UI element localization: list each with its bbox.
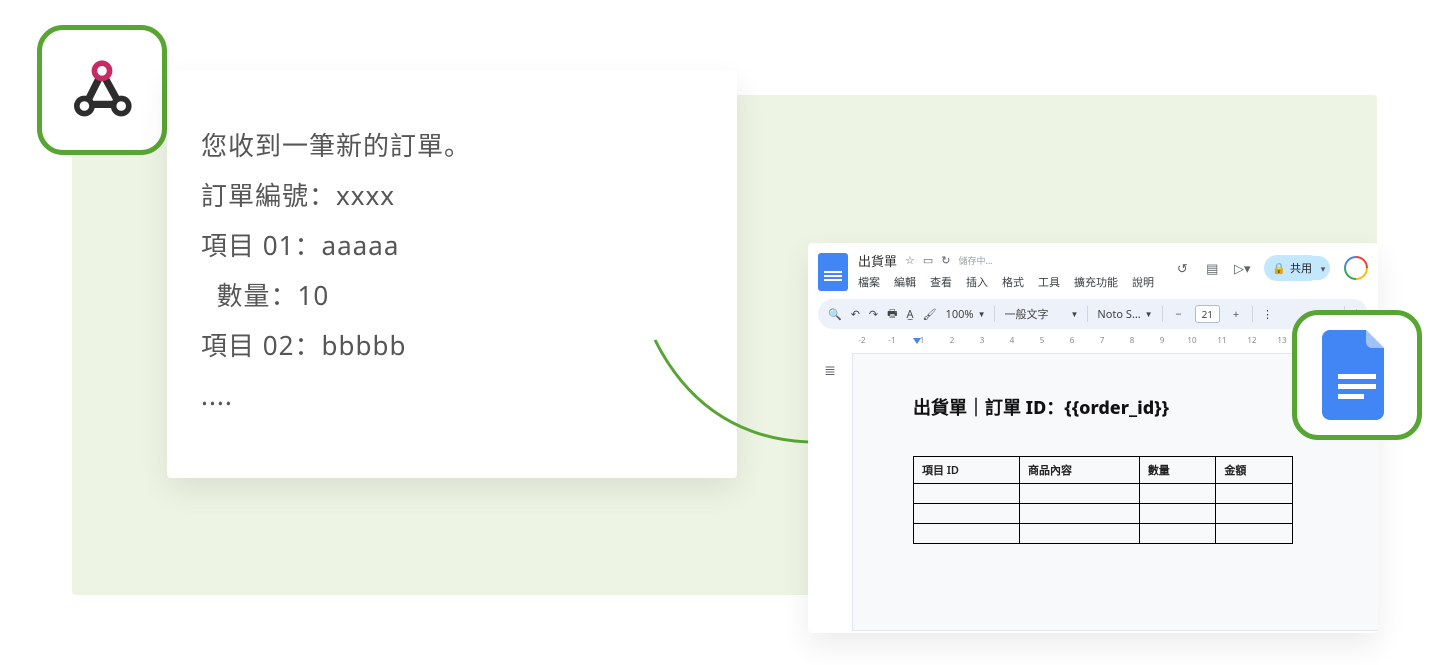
ruler-tick: -2 (858, 335, 865, 346)
lock-icon: 🔒 (1272, 261, 1286, 276)
google-docs-icon (1322, 330, 1392, 420)
ruler-tick: 7 (1100, 335, 1105, 346)
more-icon[interactable]: ⋮ (1262, 307, 1273, 322)
paragraph-style-select[interactable]: 一般文字▼ (1004, 306, 1078, 322)
cloud-refresh-icon[interactable]: ↻ (941, 253, 950, 268)
google-docs-badge (1292, 310, 1422, 440)
doc-content-table[interactable]: 項目 ID 商品內容 數量 金額 (913, 456, 1293, 544)
history-icon[interactable]: ↺ (1174, 260, 1190, 276)
doc-title[interactable]: 出貨單 (858, 251, 897, 270)
paint-format-icon[interactable]: 🖌 (923, 307, 937, 322)
note-line: 訂單編號：xxxx (201, 170, 703, 220)
note-line: .... (201, 370, 703, 420)
ruler-tick: 4 (1010, 335, 1015, 346)
search-icon[interactable]: 🔍 (828, 307, 842, 322)
menu-insert[interactable]: 插入 (966, 274, 988, 290)
font-size-input[interactable]: 21 (1195, 305, 1220, 323)
ruler-tick: 5 (1040, 335, 1045, 346)
note-line: 您收到一筆新的訂單。 (201, 120, 703, 170)
ruler-tick: 13 (1277, 335, 1286, 346)
docs-left-sidebar: ≣ (808, 353, 852, 631)
webhook-icon (62, 50, 142, 130)
undo-icon[interactable]: ↶ (851, 307, 860, 322)
table-header: 項目 ID (914, 457, 1020, 484)
menu-view[interactable]: 查看 (930, 274, 952, 290)
table-header: 數量 (1139, 457, 1216, 484)
docs-toolbar: 🔍 ↶ ↷ 🖶 A̲ 🖌 100%▼ 一般文字▼ Noto S…▼ − 21 +… (818, 299, 1368, 329)
print-icon[interactable]: 🖶 (887, 305, 897, 324)
outline-icon[interactable]: ≣ (824, 361, 836, 380)
font-size-decrease[interactable]: − (1172, 307, 1186, 321)
menu-format[interactable]: 格式 (1002, 274, 1024, 290)
table-row (914, 524, 1293, 544)
comment-icon[interactable]: ▤ (1204, 260, 1220, 276)
menu-file[interactable]: 檔案 (858, 274, 880, 290)
menu-edit[interactable]: 編輯 (894, 274, 916, 290)
saving-status: 儲存中… (959, 254, 993, 267)
font-select[interactable]: Noto S…▼ (1097, 307, 1152, 322)
table-header-row: 項目 ID 商品內容 數量 金額 (914, 457, 1293, 484)
note-line: 項目 01：aaaaa (201, 220, 703, 270)
note-line: 數量：10 (201, 270, 703, 320)
docs-topbar: 出貨單 ☆ ▭ ↻ 儲存中… 檔案 編輯 查看 插入 格式 工具 擴充功能 說明… (808, 243, 1378, 291)
note-line: 項目 02：bbbbb (201, 320, 703, 370)
zoom-select[interactable]: 100%▼ (946, 307, 986, 322)
ruler-tick: 6 (1070, 335, 1075, 346)
ruler-tick: 1 (920, 335, 925, 346)
docs-menu-bar: 檔案 編輯 查看 插入 格式 工具 擴充功能 說明 (858, 274, 1154, 290)
table-row (914, 484, 1293, 504)
menu-help[interactable]: 說明 (1132, 274, 1154, 290)
move-icon[interactable]: ▭ (923, 253, 933, 268)
doc-content-heading: 出貨單｜訂單 ID：{{order_id}} (913, 394, 1328, 420)
account-avatar[interactable] (1344, 256, 1368, 280)
ruler-tick: 2 (950, 335, 955, 346)
table-row (914, 504, 1293, 524)
ruler-tick: 12 (1247, 335, 1256, 346)
docs-logo-icon[interactable] (818, 253, 848, 291)
ruler-tick: 3 (980, 335, 985, 346)
ruler-tick: 8 (1130, 335, 1135, 346)
google-docs-window: 出貨單 ☆ ▭ ↻ 儲存中… 檔案 編輯 查看 插入 格式 工具 擴充功能 說明… (808, 243, 1378, 633)
ruler-tick: 11 (1217, 335, 1226, 346)
table-header: 金額 (1216, 457, 1293, 484)
ruler-tick: 10 (1187, 335, 1196, 346)
menu-extensions[interactable]: 擴充功能 (1074, 274, 1118, 290)
ruler-tick: -1 (888, 335, 895, 346)
webhook-payload-card: 您收到一筆新的訂單。 訂單編號：xxxx 項目 01：aaaaa 數量：10 項… (167, 70, 737, 478)
table-header: 商品內容 (1020, 457, 1140, 484)
share-dropdown[interactable]: ▾ (1312, 256, 1330, 280)
spellcheck-icon[interactable]: A̲ (907, 307, 914, 322)
meet-icon[interactable]: ▷▾ (1234, 260, 1250, 276)
redo-icon[interactable]: ↷ (869, 307, 878, 322)
webhook-badge (37, 25, 167, 155)
menu-tools[interactable]: 工具 (1038, 274, 1060, 290)
ruler-tick: 9 (1160, 335, 1165, 346)
star-icon[interactable]: ☆ (905, 253, 915, 268)
font-size-increase[interactable]: + (1229, 307, 1243, 321)
